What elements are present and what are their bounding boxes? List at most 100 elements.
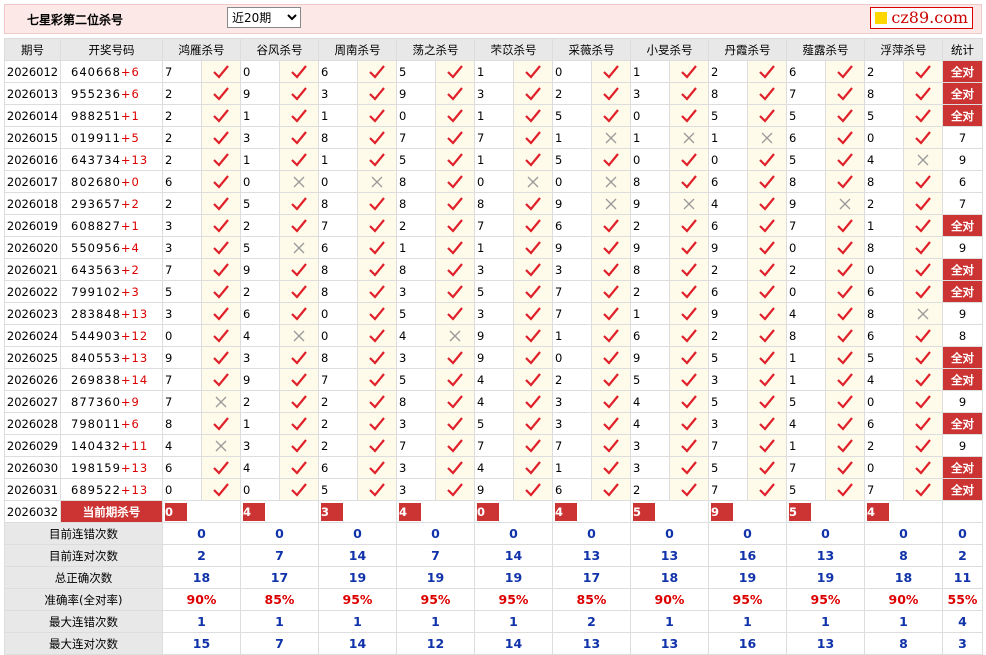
kill-value: 0 — [864, 456, 904, 479]
table-row: 2026019 608827+1 3 2 7 2 7 6 2 6 7 1 全对 — [4, 214, 983, 237]
stat-value: 85% — [240, 588, 319, 611]
draw-number: 198159+13 — [60, 456, 163, 479]
correct-icon — [903, 170, 943, 193]
correct-icon — [357, 368, 397, 391]
kill-value: 2 — [552, 368, 592, 391]
table-row: 2026020 550956+4 3 5 6 1 1 9 9 9 0 8 9 — [4, 236, 983, 259]
kill-value: 3 — [396, 280, 436, 303]
stat-value: 0 — [942, 522, 983, 545]
kill-value: 3 — [630, 456, 670, 479]
row-total: 9 — [942, 302, 983, 325]
kill-value: 6 — [318, 456, 358, 479]
period-select[interactable]: 近20期 — [227, 7, 301, 28]
stat-label: 目前连对次数 — [4, 544, 163, 567]
correct-icon — [279, 456, 319, 479]
issue-number: 2026024 — [4, 324, 61, 347]
current-kill-cell: 0 — [474, 500, 553, 523]
draw-digits: 640668 — [71, 64, 121, 79]
kill-value: 7 — [162, 390, 202, 413]
correct-icon — [825, 346, 865, 369]
correct-icon — [357, 258, 397, 281]
draw-number: 840553+13 — [60, 346, 163, 369]
correct-icon — [669, 258, 709, 281]
correct-icon — [279, 368, 319, 391]
correct-icon — [903, 390, 943, 413]
kill-value: 1 — [630, 60, 670, 83]
kill-value: 0 — [396, 104, 436, 127]
draw-sum: +3 — [120, 284, 140, 299]
correct-icon — [357, 324, 397, 347]
stat-value: 7 — [240, 544, 319, 567]
draw-sum: +6 — [120, 64, 140, 79]
kill-value: 7 — [552, 280, 592, 303]
kill-value: 2 — [240, 214, 280, 237]
kill-value: 5 — [864, 104, 904, 127]
wrong-icon — [279, 170, 319, 193]
stat-value: 0 — [318, 522, 397, 545]
kill-value: 5 — [708, 456, 748, 479]
kill-value: 2 — [552, 82, 592, 105]
kill-number-table: 期号 开奖号码 鸿雁杀号 谷风杀号 周南杀号 荡之杀号 芣苡杀号 采薇杀号 小旻杀号 丹霞杀号 薤露… — [4, 38, 983, 655]
kill-value: 7 — [318, 368, 358, 391]
current-kill-value: 4 — [243, 502, 265, 521]
stat-value: 16 — [708, 544, 787, 567]
stat-row: 准确率(全对率) 90% 85% 95% 95% 95% 85% 90% 95% 95% 90% 55… — [4, 588, 983, 611]
site-logo[interactable]: cz89.com — [870, 7, 973, 29]
correct-icon — [747, 236, 787, 259]
draw-number: 550956+4 — [60, 236, 163, 259]
column-header: 采薇杀号 — [552, 38, 631, 61]
current-kill-value: 4 — [399, 502, 421, 521]
kill-value: 0 — [240, 478, 280, 501]
kill-value: 9 — [708, 236, 748, 259]
kill-value: 5 — [318, 478, 358, 501]
wrong-icon — [669, 192, 709, 215]
kill-value: 3 — [396, 456, 436, 479]
kill-value: 1 — [396, 236, 436, 259]
kill-value: 5 — [396, 148, 436, 171]
correct-icon — [279, 126, 319, 149]
correct-icon — [825, 368, 865, 391]
row-total: 全对 — [942, 456, 983, 479]
correct-icon — [513, 258, 553, 281]
stat-row: 目前连对次数 2 7 14 7 14 13 13 16 13 8 2 — [4, 544, 983, 567]
kill-value: 5 — [708, 104, 748, 127]
current-kill-cell: 4 — [240, 500, 319, 523]
correct-icon — [591, 434, 631, 457]
stat-value: 17 — [240, 566, 319, 589]
correct-icon — [279, 82, 319, 105]
correct-icon — [903, 236, 943, 259]
kill-value: 2 — [162, 192, 202, 215]
kill-value: 7 — [708, 434, 748, 457]
correct-icon — [201, 478, 241, 501]
kill-value: 3 — [396, 412, 436, 435]
table-row: 2026012 640668+6 7 0 6 5 1 0 1 2 6 2 全对 — [4, 60, 983, 83]
correct-icon — [513, 126, 553, 149]
correct-icon — [747, 434, 787, 457]
stat-row: 最大连错次数 1 1 1 1 1 2 1 1 1 1 4 — [4, 610, 983, 633]
correct-icon — [279, 346, 319, 369]
kill-value: 4 — [240, 324, 280, 347]
stat-value: 11 — [942, 566, 983, 589]
correct-icon — [591, 390, 631, 413]
draw-sum: +2 — [120, 196, 140, 211]
draw-sum: +13 — [120, 350, 149, 365]
current-kill-value: 4 — [555, 502, 577, 521]
kill-value: 7 — [786, 214, 826, 237]
correct-icon — [747, 148, 787, 171]
stat-value: 19 — [396, 566, 475, 589]
stat-value: 95% — [474, 588, 553, 611]
kill-value: 5 — [474, 412, 514, 435]
kill-value: 1 — [786, 346, 826, 369]
kill-value: 8 — [396, 170, 436, 193]
kill-value: 7 — [786, 82, 826, 105]
issue-number: 2026015 — [4, 126, 61, 149]
stat-label: 目前连错次数 — [4, 522, 163, 545]
stat-value: 8 — [864, 632, 943, 655]
kill-value: 8 — [864, 82, 904, 105]
draw-sum: +14 — [120, 372, 149, 387]
wrong-icon — [201, 434, 241, 457]
table-row: 2026027 877360+9 7 2 2 8 4 3 4 5 5 0 9 — [4, 390, 983, 413]
table-row: 2026031 689522+13 0 0 5 3 9 6 2 7 5 7 全对 — [4, 478, 983, 501]
kill-value: 2 — [240, 390, 280, 413]
kill-value: 4 — [786, 412, 826, 435]
